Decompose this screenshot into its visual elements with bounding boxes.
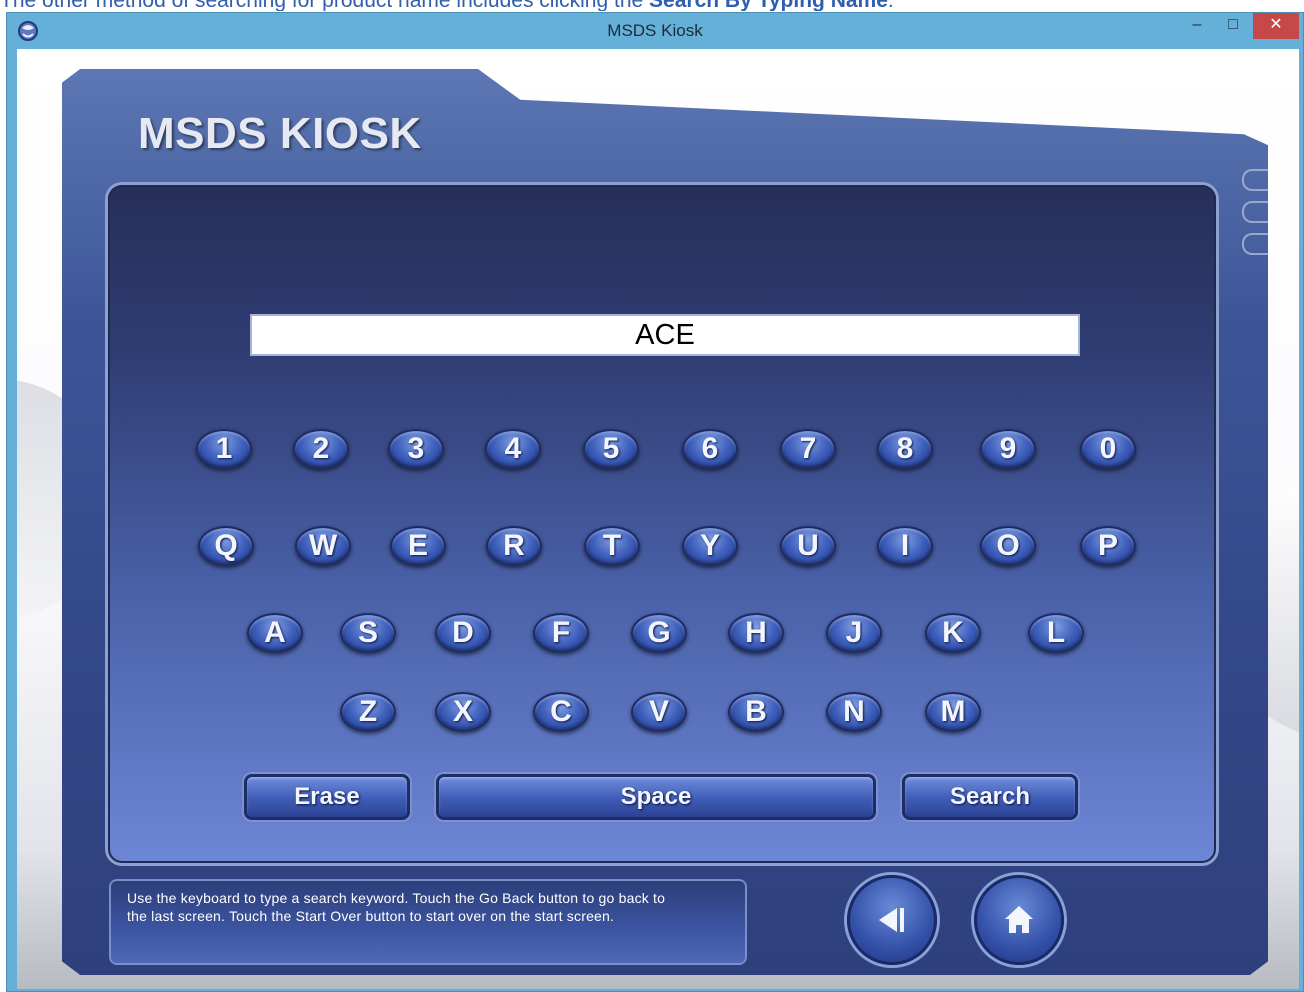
caption-bold: Search By Typing Name: [649, 0, 888, 11]
key-0[interactable]: 0: [1080, 429, 1136, 469]
space-button[interactable]: Space: [436, 774, 876, 820]
minimize-button[interactable]: –: [1179, 13, 1215, 39]
client-area: MSDS KIOSK ACE 1 2 3 4 5 6 7 8 9 0 Q W E…: [17, 49, 1299, 989]
kiosk-frame: MSDS KIOSK ACE 1 2 3 4 5 6 7 8 9 0 Q W E…: [62, 69, 1268, 975]
key-l[interactable]: L: [1028, 613, 1084, 653]
app-window: MSDS Kiosk – □ ✕ MSDS KIOSK ACE 1 2 3 4 …: [6, 12, 1304, 992]
search-input[interactable]: ACE: [250, 314, 1080, 356]
key-t[interactable]: T: [584, 526, 640, 566]
help-panel: Use the keyboard to type a search keywor…: [111, 881, 745, 963]
caption-prefix: The other method of searching for produc…: [0, 0, 649, 11]
search-button[interactable]: Search: [902, 774, 1078, 820]
maximize-button[interactable]: □: [1215, 13, 1251, 39]
key-j[interactable]: J: [826, 613, 882, 653]
side-tab: [1242, 169, 1268, 191]
side-tab: [1242, 201, 1268, 223]
key-b[interactable]: B: [728, 692, 784, 732]
key-h[interactable]: H: [728, 613, 784, 653]
key-7[interactable]: 7: [780, 429, 836, 469]
go-back-label: Go Back: [861, 979, 923, 989]
key-f[interactable]: F: [533, 613, 589, 653]
key-2[interactable]: 2: [293, 429, 349, 469]
home-icon: [1005, 906, 1033, 933]
help-line-1: Use the keyboard to type a search keywor…: [127, 890, 666, 906]
key-a[interactable]: A: [247, 613, 303, 653]
key-r[interactable]: R: [486, 526, 542, 566]
key-v[interactable]: V: [631, 692, 687, 732]
key-3[interactable]: 3: [388, 429, 444, 469]
key-5[interactable]: 5: [583, 429, 639, 469]
key-y[interactable]: Y: [682, 526, 738, 566]
start-over-label: Start Over: [982, 979, 1056, 989]
start-over-button[interactable]: [974, 875, 1064, 965]
help-line-2: the last screen. Touch the Start Over bu…: [127, 908, 615, 924]
key-u[interactable]: U: [780, 526, 836, 566]
go-back-icon: [879, 908, 904, 932]
key-9[interactable]: 9: [980, 429, 1036, 469]
kiosk-title: MSDS KIOSK: [138, 109, 422, 158]
go-back-button[interactable]: [847, 875, 937, 965]
document-caption: The other method of searching for produc…: [0, 0, 1304, 11]
key-g[interactable]: G: [631, 613, 687, 653]
key-i[interactable]: I: [877, 526, 933, 566]
key-o[interactable]: O: [980, 526, 1036, 566]
key-c[interactable]: C: [533, 692, 589, 732]
key-6[interactable]: 6: [682, 429, 738, 469]
window-title: MSDS Kiosk: [607, 21, 703, 40]
erase-button[interactable]: Erase: [244, 774, 410, 820]
key-d[interactable]: D: [435, 613, 491, 653]
key-8[interactable]: 8: [877, 429, 933, 469]
key-k[interactable]: K: [925, 613, 981, 653]
close-button[interactable]: ✕: [1253, 13, 1299, 39]
keyboard-panel: ACE 1 2 3 4 5 6 7 8 9 0 Q W E R T Y U I …: [108, 185, 1216, 863]
key-x[interactable]: X: [435, 692, 491, 732]
key-w[interactable]: W: [295, 526, 351, 566]
key-s[interactable]: S: [340, 613, 396, 653]
key-1[interactable]: 1: [196, 429, 252, 469]
key-q[interactable]: Q: [198, 526, 254, 566]
side-tab: [1242, 233, 1268, 255]
help-text: Use the keyboard to type a search keywor…: [127, 889, 737, 925]
title-bar: MSDS Kiosk – □ ✕: [7, 13, 1303, 49]
key-z[interactable]: Z: [340, 692, 396, 732]
key-m[interactable]: M: [925, 692, 981, 732]
key-e[interactable]: E: [390, 526, 446, 566]
key-4[interactable]: 4: [485, 429, 541, 469]
key-p[interactable]: P: [1080, 526, 1136, 566]
caption-suffix: .: [888, 0, 894, 11]
key-n[interactable]: N: [826, 692, 882, 732]
